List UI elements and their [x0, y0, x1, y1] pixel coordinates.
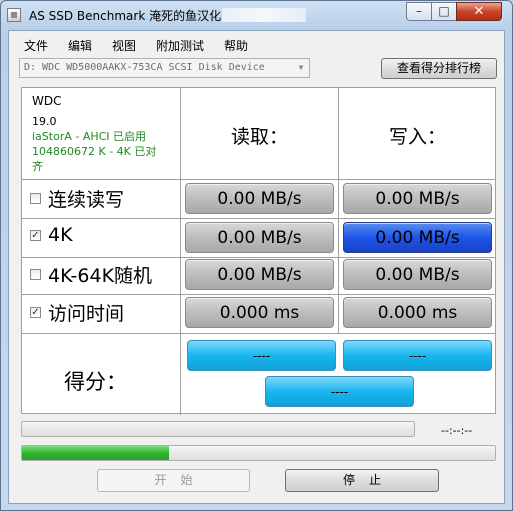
alignment-status-cont: 齐: [32, 160, 43, 173]
test-row-access: ✓ 访问时间: [30, 299, 124, 326]
app-window: AS SSD Benchmark 淹死的鱼汉化 – □ ✕ 文件 编辑 视图 附…: [0, 0, 513, 511]
menu-file[interactable]: 文件: [24, 37, 48, 54]
view-ranking-button[interactable]: 查看得分排行榜: [381, 58, 497, 79]
drive-select[interactable]: D: WDC WD5000AAKX-753CA SCSI Disk Device…: [19, 58, 310, 78]
divider: [22, 218, 495, 219]
access-read-value: 0.000 ms: [185, 297, 334, 328]
4k-label: 4K: [48, 224, 73, 246]
4k-checkbox[interactable]: ✓: [30, 229, 41, 241]
4k64-write-value: 0.00 MB/s: [343, 259, 492, 290]
title-bar[interactable]: AS SSD Benchmark 淹死的鱼汉化 – □ ✕: [1, 1, 512, 29]
maximize-icon: □: [438, 4, 450, 18]
seq-label: 连续读写: [48, 189, 125, 211]
minimize-icon: –: [416, 4, 422, 18]
client-area: 文件 编辑 视图 附加测试 帮助 D: WDC WD5000AAKX-753CA…: [8, 30, 505, 504]
results-grid: WDC 19.0 iaStorA - AHCI 已启用 104860672 K …: [21, 87, 496, 415]
app-icon: [7, 8, 21, 22]
menu-bar: 文件 编辑 视图 附加测试 帮助: [9, 31, 504, 56]
seq-write-value: 0.00 MB/s: [343, 183, 492, 214]
access-label: 访问时间: [48, 303, 125, 325]
title-redacted-area: [222, 8, 306, 22]
overall-progress-bar: [21, 421, 415, 437]
menu-help[interactable]: 帮助: [224, 37, 248, 54]
read-column-header: 读取：: [230, 126, 288, 148]
access-checkbox[interactable]: ✓: [30, 307, 41, 318]
window-title: AS SSD Benchmark 淹死的鱼汉化: [29, 9, 222, 23]
alignment-status: 104860672 K - 4K 已对: [32, 145, 157, 158]
current-progress-bar: [21, 445, 496, 461]
4k64-checkbox[interactable]: [30, 269, 41, 280]
write-column-header: 写入：: [388, 126, 446, 148]
divider: [22, 333, 495, 334]
close-icon: ✕: [473, 4, 485, 19]
menu-view[interactable]: 视图: [112, 37, 136, 54]
elapsed-time: --:--:--: [441, 424, 473, 437]
stop-button[interactable]: 停止: [285, 469, 439, 492]
4k64-label: 4K-64K随机: [48, 265, 153, 287]
score-write: ----: [343, 340, 492, 371]
maximize-button[interactable]: □: [431, 2, 457, 21]
4k-write-value: 0.00 MB/s: [343, 222, 492, 253]
drive-info: WDC 19.0 iaStorA - AHCI 已启用 104860672 K …: [32, 94, 156, 174]
test-row-4k64: 4K-64K随机: [30, 261, 152, 288]
access-write-value: 0.000 ms: [343, 297, 492, 328]
4k-read-value: 0.00 MB/s: [185, 222, 334, 253]
divider: [22, 257, 495, 258]
score-read: ----: [187, 340, 336, 371]
close-button[interactable]: ✕: [456, 2, 502, 21]
firmware-version: 19.0: [32, 115, 57, 128]
drive-name: WDC: [32, 94, 62, 108]
menu-extra-tests[interactable]: 附加测试: [156, 37, 204, 54]
test-row-seq: 连续读写: [30, 185, 124, 212]
score-label: 得分：: [64, 370, 127, 394]
score-total: ----: [265, 376, 414, 407]
4k64-read-value: 0.00 MB/s: [185, 259, 334, 290]
seq-checkbox[interactable]: [30, 193, 41, 204]
drive-select-value: D: WDC WD5000AAKX-753CA SCSI Disk Device: [24, 62, 265, 73]
test-row-4k: ✓ 4K: [30, 224, 73, 246]
menu-edit[interactable]: 编辑: [68, 37, 92, 54]
current-progress-fill: [22, 446, 169, 460]
seq-read-value: 0.00 MB/s: [185, 183, 334, 214]
driver-status: iaStorA - AHCI 已启用: [32, 130, 147, 143]
divider: [22, 294, 495, 295]
start-button[interactable]: 开始: [97, 469, 250, 492]
minimize-button[interactable]: –: [406, 2, 432, 21]
divider: [22, 179, 495, 180]
chevron-down-icon[interactable]: ▼: [293, 59, 309, 77]
